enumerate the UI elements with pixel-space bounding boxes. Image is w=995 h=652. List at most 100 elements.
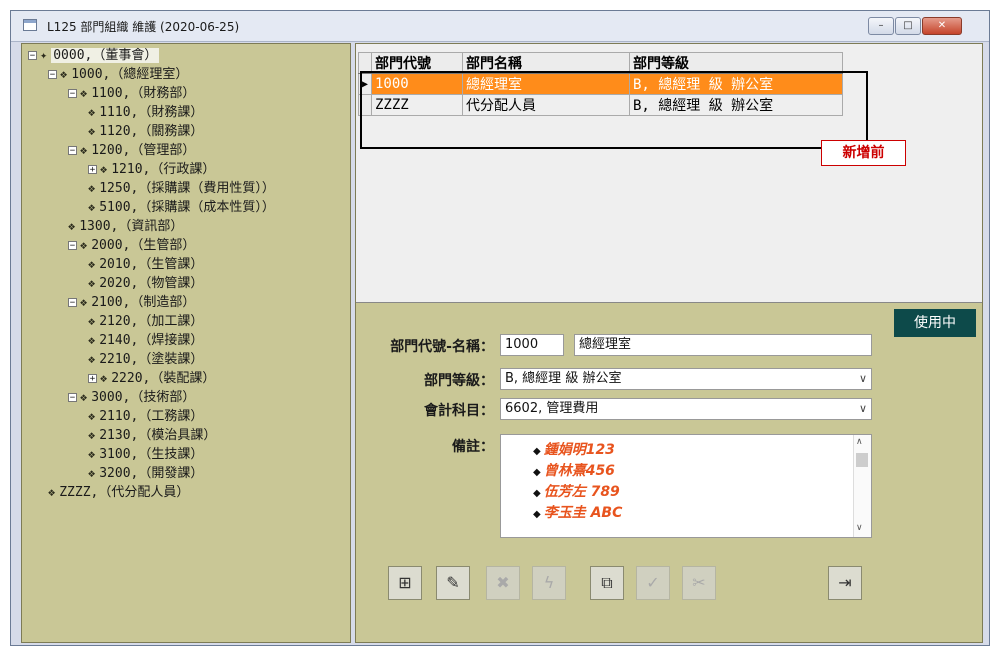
collapse-icon[interactable]: − — [68, 146, 77, 156]
tree-node[interactable]: − ❖ 1200,（管理部） — [68, 141, 195, 159]
collapse-icon[interactable]: − — [68, 89, 77, 99]
department-node-icon: ❖ — [88, 124, 96, 138]
copy-record-icon: ⧉ — [601, 573, 613, 592]
tree-node[interactable]: ❖ ZZZZ,（代分配人員） — [48, 483, 189, 501]
annotation-label: 新增前 — [821, 140, 906, 166]
department-node-icon: ❖ — [88, 105, 96, 119]
department-node-icon: ❖ — [88, 276, 96, 290]
memo-scrollbar[interactable]: ∧ ∨ — [853, 435, 871, 537]
delete-record-icon: ✖ — [496, 573, 510, 592]
tree-node[interactable]: + ❖ 1210,（行政課） — [88, 160, 215, 178]
memo-line: ◆ 李玉圭 ABC — [533, 502, 622, 522]
department-node-icon: ❖ — [88, 200, 96, 214]
expand-icon[interactable]: + — [88, 165, 97, 175]
tree-node[interactable]: − ❖ 1100,（財務部） — [68, 84, 195, 102]
chevron-down-icon[interactable]: ∨ — [859, 399, 867, 419]
app-window-icon — [23, 19, 37, 31]
tree-node[interactable]: − ❖ 2100,（制造部） — [68, 293, 195, 311]
tree-node[interactable]: ❖ 2020,（物管課） — [88, 274, 203, 292]
memo-line-text: 曾林熹456 — [543, 463, 615, 479]
tree-node-label: 2110,（工務課） — [99, 409, 204, 424]
grid-area: 部門代號 部門名稱 部門等級 ▶ 1000 總經理室 B, 總經理 級 辦公室 … — [356, 44, 982, 303]
maximize-button[interactable]: □ — [895, 17, 921, 35]
main-window: L125 部門組織 維護 (2020-06-25) – □ ✕ − ✦ 0000,（… — [10, 10, 990, 646]
tree-root[interactable]: − ✦ 0000,（董事會） — [28, 46, 160, 64]
bullet-icon: ◆ — [533, 509, 541, 520]
tree-node[interactable]: − ❖ 3000,（技術部） — [68, 388, 195, 406]
add-button[interactable]: ⊞ — [388, 566, 422, 600]
tree-node-label: 2130,（模治具課） — [99, 428, 217, 443]
memo-line-text: 李玉圭 ABC — [543, 505, 623, 521]
expand-icon[interactable]: + — [88, 374, 97, 384]
department-node-icon: ❖ — [80, 143, 88, 157]
tree-node[interactable]: − ❖ 2000,（生管部） — [68, 236, 195, 254]
tree-node-label: 1110,（財務課） — [99, 105, 204, 120]
chevron-down-icon[interactable]: ∨ — [859, 369, 867, 389]
tree-node-label: 1100,（財務部） — [91, 86, 196, 101]
tree-node[interactable]: ❖ 1110,（財務課） — [88, 103, 203, 121]
close-button[interactable]: ✕ — [922, 17, 962, 35]
status-badge: 使用中 — [894, 309, 976, 337]
level-label: 部門等級： — [424, 373, 494, 389]
tree-node-label: 3000,（技術部） — [91, 390, 196, 405]
collapse-icon[interactable]: − — [68, 298, 77, 308]
copy-button[interactable]: ⧉ — [590, 566, 624, 600]
collapse-icon[interactable]: − — [28, 51, 37, 61]
bullet-icon: ◆ — [533, 446, 541, 457]
tree-node[interactable]: ❖ 2120,（加工課） — [88, 312, 203, 330]
tree-node-label: 2010,（生管課） — [99, 257, 204, 272]
query-icon: ϟ — [543, 573, 555, 592]
department-node-icon: ❖ — [88, 333, 96, 347]
department-node-icon: ❖ — [88, 466, 96, 480]
department-node-icon: ❖ — [100, 371, 108, 385]
department-node-icon: ❖ — [88, 428, 96, 442]
collapse-icon[interactable]: − — [68, 241, 77, 251]
bullet-icon: ◆ — [533, 467, 541, 478]
tree-node[interactable]: ❖ 2140,（焊接課） — [88, 331, 203, 349]
memo-line: ◆ 鍾娟明123 — [533, 439, 615, 459]
memo-line: ◆ 伍芳左 789 — [533, 481, 620, 501]
query-button[interactable]: ϟ — [532, 566, 566, 600]
minimize-button[interactable]: – — [868, 17, 894, 35]
tree-node[interactable]: + ❖ 2220,（裝配課） — [88, 369, 215, 387]
tree-node[interactable]: ❖ 1250,（採購課（費用性質）） — [88, 179, 275, 197]
department-code-field[interactable]: 1000 — [500, 334, 564, 356]
delete-button[interactable]: ✖ — [486, 566, 520, 600]
tree-node[interactable]: ❖ 3200,（開發課） — [88, 464, 203, 482]
tree-node[interactable]: ❖ 3100,（生技課） — [88, 445, 203, 463]
confirm-button[interactable]: ✓ — [636, 566, 670, 600]
memo-textarea[interactable]: ◆ 鍾娟明123 ◆ 曾林熹456 ◆ 伍芳左 789 ◆ 李玉圭 ABC ∧ ∨ — [500, 434, 872, 538]
account-subject-select[interactable]: 6602, 管理費用 ∨ — [500, 398, 872, 420]
department-node-icon: ❖ — [88, 181, 96, 195]
department-node-icon: ❖ — [60, 67, 68, 81]
exit-button[interactable]: ⇥ — [828, 566, 862, 600]
collapse-icon[interactable]: − — [48, 70, 57, 80]
bullet-icon: ◆ — [533, 488, 541, 499]
scroll-thumb[interactable] — [856, 453, 868, 467]
memo-label: 備註： — [452, 439, 494, 455]
tree-node[interactable]: ❖ 2110,（工務課） — [88, 407, 203, 425]
tree-node-label: 1300,（資訊部） — [79, 219, 184, 234]
department-node-icon: ❖ — [100, 162, 108, 176]
cancel-button[interactable]: ✂ — [682, 566, 716, 600]
tree-node[interactable]: ❖ 2010,（生管課） — [88, 255, 203, 273]
department-node-icon: ❖ — [88, 409, 96, 423]
title-bar[interactable]: L125 部門組織 維護 (2020-06-25) – □ ✕ — [11, 11, 989, 42]
scroll-up-icon[interactable]: ∧ — [856, 437, 863, 447]
tree-node[interactable]: ❖ 2210,（塗裝課） — [88, 350, 203, 368]
edit-button[interactable]: ✎ — [436, 566, 470, 600]
department-name-field[interactable]: 總經理室 — [574, 334, 872, 356]
scroll-down-icon[interactable]: ∨ — [856, 523, 863, 533]
tree-node-label: 2140,（焊接課） — [99, 333, 204, 348]
collapse-icon[interactable]: − — [68, 393, 77, 403]
memo-line: ◆ 曾林熹456 — [533, 460, 615, 480]
tree-node[interactable]: − ❖ 1000,（總經理室） — [48, 65, 188, 83]
tree-node[interactable]: ❖ 1120,（關務課） — [88, 122, 203, 140]
tree-node[interactable]: ❖ 1300,（資訊部） — [68, 217, 183, 235]
tree-node[interactable]: ❖ 5100,（採購課（成本性質）） — [88, 198, 275, 216]
department-level-select[interactable]: B, 總經理 級 辦公室 ∨ — [500, 368, 872, 390]
department-tree[interactable]: − ✦ 0000,（董事會） − ❖ 1000,（總經理室） − ❖ 1100,（財務部） ❖ 1… — [21, 43, 351, 643]
tree-node-label: 2220,（裝配課） — [111, 371, 216, 386]
tree-node[interactable]: ❖ 2130,（模治具課） — [88, 426, 216, 444]
department-node-icon: ❖ — [88, 447, 96, 461]
